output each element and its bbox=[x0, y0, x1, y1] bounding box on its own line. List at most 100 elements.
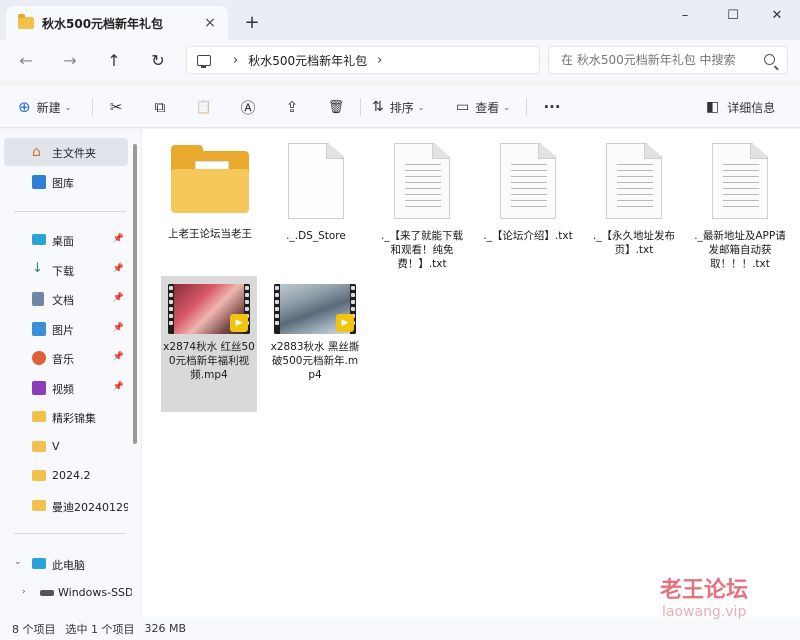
close-window-button[interactable]: ✕ bbox=[754, 0, 800, 30]
sort-label: 排序 bbox=[389, 100, 414, 115]
file-item-txt-address[interactable]: ._【永久地址发布页】.txt bbox=[586, 143, 682, 257]
view-button[interactable]: ▭ 查看 ⌄ bbox=[456, 94, 510, 120]
folder-icon bbox=[32, 470, 46, 481]
pictures-icon bbox=[32, 322, 46, 336]
tab-close-button[interactable]: × bbox=[198, 11, 222, 35]
command-bar: ⊕ 新建 ⌄ ✂ ⧉ 📋 Ⓐ ⇪ 🗑 ⇅ 排序 ⌄ ▭ 查看 ⌄ ··· ◧ 详… bbox=[0, 86, 800, 128]
player-icon: ▶ bbox=[336, 314, 354, 332]
file-item-txt-free[interactable]: ._【来了就能下载和观看！纯免费！】.txt bbox=[374, 143, 470, 271]
pin-icon: 📌 bbox=[112, 234, 124, 244]
up-button[interactable]: ↑ bbox=[100, 48, 128, 72]
document-icon bbox=[32, 292, 44, 306]
watermark-url: laowang.vip bbox=[662, 604, 747, 620]
view-icon: ▭ bbox=[456, 99, 470, 115]
minimize-button[interactable]: – bbox=[662, 0, 708, 30]
sidebar-item-music[interactable]: 音乐 📌 bbox=[4, 344, 128, 372]
sort-button[interactable]: ⇅ 排序 ⌄ bbox=[372, 94, 424, 120]
file-name: ._最新地址及APP请发邮箱自动获取！！！.txt bbox=[694, 230, 786, 270]
file-item-video-black[interactable]: ▶ x2883秋水 黑丝撕破500元档新年.mp4 bbox=[267, 276, 363, 382]
paste-button[interactable]: 📋 bbox=[192, 94, 216, 120]
file-item-txt-intro[interactable]: ._【论坛介绍】.txt bbox=[480, 143, 576, 243]
new-label: 新建 bbox=[36, 100, 61, 115]
sidebar-item-label: 图片 bbox=[52, 324, 74, 337]
sidebar-scrollbar[interactable] bbox=[133, 144, 137, 444]
divider bbox=[360, 98, 361, 116]
sidebar-item-folder-mandi[interactable]: 曼迪20240129 bbox=[4, 492, 128, 520]
sidebar-item-gallery[interactable]: 图库 bbox=[4, 168, 128, 196]
new-button[interactable]: ⊕ 新建 ⌄ bbox=[18, 94, 71, 120]
download-icon: ↓ bbox=[32, 261, 43, 276]
more-options-button[interactable]: ··· bbox=[540, 94, 564, 120]
back-button[interactable]: ← bbox=[12, 48, 40, 72]
pin-icon: 📌 bbox=[112, 293, 124, 303]
music-icon bbox=[32, 351, 46, 365]
breadcrumb-current[interactable]: 秋水500元档新年礼包 bbox=[248, 52, 367, 69]
gallery-icon bbox=[32, 175, 46, 189]
folder-icon bbox=[171, 145, 249, 213]
tab-current-folder[interactable]: 秋水500元档新年礼包 × bbox=[6, 6, 228, 40]
copy-button[interactable]: ⧉ bbox=[148, 94, 172, 120]
sidebar-item-label: 主文件夹 bbox=[52, 147, 96, 160]
text-file-icon bbox=[606, 143, 662, 219]
file-name: ._【永久地址发布页】.txt bbox=[592, 230, 676, 256]
details-pane-button[interactable]: ◧ 详细信息 bbox=[706, 94, 775, 120]
cut-button[interactable]: ✂ bbox=[104, 94, 128, 120]
rename-button[interactable]: Ⓐ bbox=[236, 94, 260, 120]
divider bbox=[14, 533, 126, 534]
home-icon: ⌂ bbox=[32, 144, 41, 160]
file-item-folder[interactable]: 上老王论坛当老王 bbox=[162, 143, 258, 241]
sidebar-item-label: 视频 bbox=[52, 383, 74, 396]
refresh-button[interactable]: ↻ bbox=[144, 48, 172, 72]
sidebar-item-this-pc[interactable]: 此电脑 bbox=[4, 550, 128, 578]
video-thumbnail: ▶ bbox=[274, 284, 356, 334]
sidebar-item-label: 精彩锦集 bbox=[52, 412, 96, 425]
file-item-video-red[interactable]: ▶ x2874秋水 红丝500元档新年福利视频.mp4 bbox=[161, 276, 257, 412]
watermark-text: 老王论坛 bbox=[660, 578, 749, 603]
pin-icon: 📌 bbox=[112, 323, 124, 333]
file-item-ds-store[interactable]: ._.DS_Store bbox=[268, 143, 364, 243]
sidebar-item-label: 下载 bbox=[52, 265, 74, 278]
title-bar: 秋水500元档新年礼包 × + – ☐ ✕ bbox=[0, 0, 800, 40]
sidebar-item-label: 图库 bbox=[52, 177, 74, 190]
maximize-button[interactable]: ☐ bbox=[710, 0, 756, 30]
folder-icon bbox=[32, 500, 46, 511]
sidebar-item-folder-2024-2[interactable]: 2024.2 bbox=[4, 462, 128, 490]
file-item-txt-app[interactable]: ._最新地址及APP请发邮箱自动获取！！！.txt bbox=[692, 143, 788, 271]
sidebar-item-home[interactable]: ⌂ 主文件夹 bbox=[4, 138, 128, 166]
breadcrumb-separator[interactable]: › bbox=[233, 53, 238, 68]
text-file-icon bbox=[500, 143, 556, 219]
sidebar-item-label: 2024.2 bbox=[52, 469, 91, 482]
sort-icon: ⇅ bbox=[372, 99, 384, 115]
breadcrumb-separator-trailing[interactable]: › bbox=[377, 53, 382, 68]
chevron-down-icon: ⌄ bbox=[64, 102, 72, 112]
forward-button[interactable]: → bbox=[56, 48, 84, 72]
sidebar-item-downloads[interactable]: ↓ 下载 📌 bbox=[4, 256, 128, 284]
sidebar-item-label: 桌面 bbox=[52, 235, 74, 248]
drive-icon bbox=[40, 590, 54, 596]
sidebar-item-label: Windows-SSD bbox=[58, 586, 132, 599]
delete-button[interactable]: 🗑 bbox=[324, 94, 348, 120]
search-box[interactable] bbox=[548, 46, 788, 74]
sidebar-item-label: 曼迪20240129 bbox=[52, 501, 128, 514]
video-icon bbox=[32, 381, 46, 395]
sidebar-item-folder-jingcai[interactable]: 精彩锦集 bbox=[4, 403, 128, 431]
sidebar-item-label: 音乐 bbox=[52, 353, 74, 366]
share-button[interactable]: ⇪ bbox=[280, 94, 304, 120]
sidebar-item-videos[interactable]: 视频 📌 bbox=[4, 374, 128, 402]
player-icon: ▶ bbox=[230, 314, 248, 332]
address-field[interactable]: › 秋水500元档新年礼包 › bbox=[186, 46, 540, 74]
sidebar-item-folder-v[interactable]: V bbox=[4, 433, 128, 461]
pin-icon: 📌 bbox=[112, 352, 124, 362]
plus-circle-icon: ⊕ bbox=[18, 98, 31, 116]
sidebar-item-desktop[interactable]: 桌面 📌 bbox=[4, 226, 128, 254]
search-input[interactable] bbox=[561, 53, 761, 67]
file-name: x2883秋水 黑丝撕破500元档新年.mp4 bbox=[270, 341, 360, 381]
sidebar-item-drive[interactable]: Windows-SSD bbox=[14, 579, 132, 607]
sidebar-item-pictures[interactable]: 图片 📌 bbox=[4, 315, 128, 343]
text-file-icon bbox=[394, 143, 450, 219]
new-tab-button[interactable]: + bbox=[240, 10, 264, 34]
desktop-icon bbox=[32, 234, 46, 245]
text-file-icon bbox=[712, 143, 768, 219]
sidebar-item-documents[interactable]: 文档 📌 bbox=[4, 285, 128, 313]
video-thumbnail: ▶ bbox=[168, 284, 250, 334]
